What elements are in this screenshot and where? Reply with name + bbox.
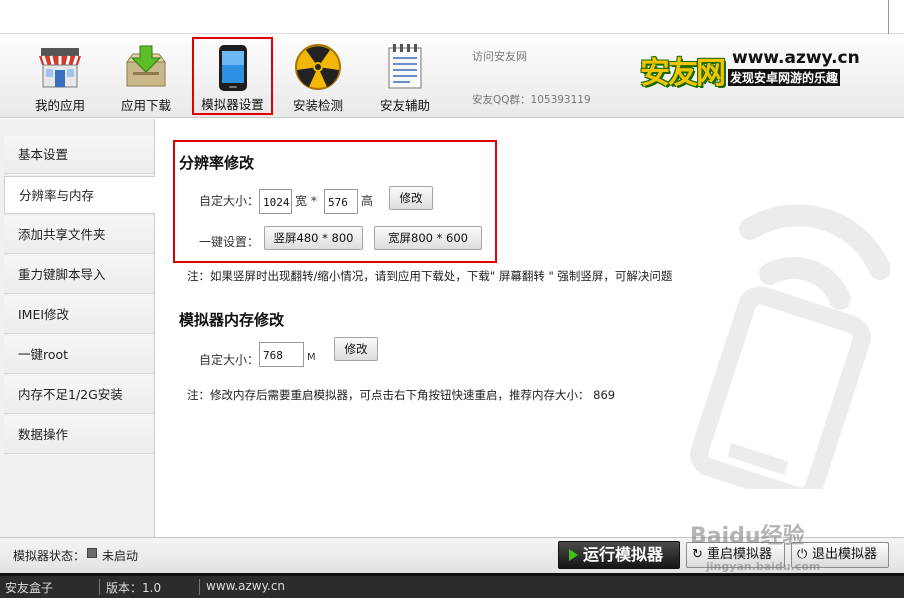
toolbar-install-check-button[interactable]: 安装检测 — [279, 38, 357, 113]
settings-panel: 分辨率修改 自定大小： 1024 宽 * 576 高 修改 一键设置： 竖屏48… — [155, 119, 904, 537]
baidu-watermark-sub: jingyan.baidu.com — [706, 560, 821, 573]
store-icon — [39, 48, 81, 88]
run-emulator-button[interactable]: 运行模拟器 — [558, 541, 680, 569]
run-emulator-label: 运行模拟器 — [583, 545, 664, 564]
memory-title: 模拟器内存修改 — [179, 311, 285, 329]
emulator-status-value: 未启动 — [102, 549, 139, 563]
statusbar-app-name: 安友盒子 — [5, 581, 54, 595]
qq-group-text: 安友QQ群：105393119 — [472, 94, 591, 106]
statusbar-divider — [199, 579, 200, 595]
toolbar-assistant-button[interactable]: 安友辅助 — [366, 38, 444, 113]
baidu-watermark: Baidu经验 — [690, 524, 805, 549]
toolbar-label: 应用下载 — [120, 98, 171, 113]
resolution-note: 注：如果竖屏时出现翻转/缩小情况，请到应用下载处，下载" 屏幕翻转 " 强制竖屏… — [187, 269, 673, 283]
settings-sidebar: 基本设置 分辨率与内存 添加共享文件夹 重力键脚本导入 IMEI修改 一键roo… — [0, 119, 156, 537]
window-top-strip — [0, 0, 904, 34]
statusbar-divider — [99, 579, 100, 595]
toolbar-label: 模拟器设置 — [201, 97, 264, 112]
statusbar-version: 版本：1.0 — [106, 581, 162, 595]
play-icon — [569, 549, 578, 561]
phone-watermark-icon — [690, 204, 890, 489]
logo-url: www.azwy.cn — [732, 48, 860, 68]
resolution-highlight-box — [173, 140, 497, 263]
sidebar-item-low-memory[interactable]: 内存不足1/2G安装 — [4, 376, 154, 414]
emulator-status-label: 模拟器状态： — [13, 549, 86, 563]
logo-big-text: 安友网 — [640, 56, 726, 91]
top-divider — [888, 0, 889, 34]
toolbar-emulator-settings-button[interactable]: 模拟器设置 — [192, 37, 273, 115]
sidebar-item-gravity-script[interactable]: 重力键脚本导入 — [4, 256, 154, 294]
logo-slogan: 发现安卓网游的乐趣 — [728, 69, 841, 86]
memory-unit-label: M — [307, 352, 316, 363]
status-indicator-icon — [87, 548, 97, 558]
toolbar-download-button[interactable]: 应用下载 — [107, 38, 185, 113]
sidebar-item-shared-folder[interactable]: 添加共享文件夹 — [4, 216, 154, 254]
status-bar: 安友盒子 版本：1.0 www.azwy.cn — [0, 573, 904, 598]
memory-note: 注：修改内存后需要重启模拟器，可点击右下角按钮快速重启，推荐内存大小： 869 — [187, 388, 616, 402]
sidebar-item-basic[interactable]: 基本设置 — [4, 136, 154, 174]
memory-modify-button[interactable]: 修改 — [334, 337, 378, 361]
sidebar-item-resolution-memory[interactable]: 分辨率与内存 — [4, 176, 156, 214]
exit-emulator-label: 退出模拟器 — [812, 547, 878, 562]
phone-icon — [218, 45, 247, 91]
toolbar-label: 安友辅助 — [379, 98, 430, 113]
brand-logo: 安友网 www.azwy.cn 发现安卓网游的乐趣 — [640, 48, 860, 91]
download-box-icon — [126, 45, 166, 87]
sidebar-item-data[interactable]: 数据操作 — [4, 416, 154, 454]
toolbar-my-apps-button[interactable]: 我的应用 — [21, 38, 99, 113]
toolbar-label: 我的应用 — [34, 98, 85, 113]
memory-size-input[interactable]: 768 — [259, 342, 304, 367]
notepad-icon — [388, 44, 422, 89]
statusbar-site: www.azwy.cn — [206, 579, 286, 593]
visit-site-link[interactable]: 访问安友网 — [472, 48, 527, 64]
sidebar-item-imei[interactable]: IMEI修改 — [4, 296, 154, 334]
radiation-icon — [295, 44, 341, 90]
main-toolbar: 我的应用 应用下载 模拟器设置 安装检测 安友辅助 访问安友网 安友QQ群：10… — [0, 34, 904, 118]
memory-custom-label: 自定大小： — [199, 353, 260, 367]
sidebar-item-root[interactable]: 一键root — [4, 336, 154, 374]
toolbar-label: 安装检测 — [292, 98, 343, 113]
